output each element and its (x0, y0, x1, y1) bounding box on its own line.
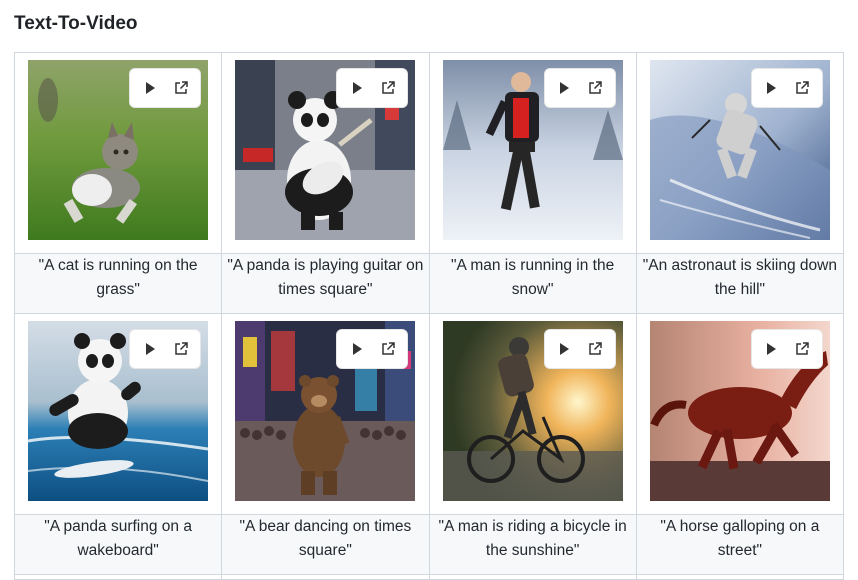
video-cell (221, 313, 430, 515)
video-grid: "A cat is running on the grass" "A panda… (13, 52, 845, 580)
video-caption: "An astronaut is skiing down the hill" (635, 253, 845, 314)
video-thumbnail-bear-dancing[interactable] (235, 321, 416, 501)
external-link-icon (796, 81, 810, 94)
empty-cell (428, 574, 637, 580)
video-thumbnail-man-bicycle[interactable] (442, 321, 623, 501)
video-controls (543, 329, 616, 369)
video-controls (750, 68, 823, 108)
play-icon (145, 82, 155, 94)
media-row-2 (13, 313, 845, 515)
video-thumbnail-panda-guitar[interactable] (235, 60, 416, 240)
play-icon (352, 343, 362, 355)
video-controls (750, 329, 823, 369)
next-row-partial (13, 574, 845, 580)
play-button[interactable] (139, 77, 161, 99)
open-external-button[interactable] (377, 338, 399, 360)
play-icon (767, 82, 777, 94)
video-thumbnail-man-snow[interactable] (442, 60, 623, 240)
play-button[interactable] (553, 338, 575, 360)
video-cell (428, 313, 637, 515)
video-cell (13, 313, 223, 515)
play-button[interactable] (346, 77, 368, 99)
video-controls (543, 68, 616, 108)
open-external-button[interactable] (791, 77, 813, 99)
play-icon (560, 343, 570, 355)
video-controls (336, 68, 409, 108)
play-icon (145, 343, 155, 355)
play-button[interactable] (346, 338, 368, 360)
video-controls (129, 68, 202, 108)
video-controls (336, 329, 409, 369)
open-external-button[interactable] (584, 77, 606, 99)
video-caption: "A panda surfing on a wakeboard" (13, 514, 223, 575)
open-external-button[interactable] (791, 338, 813, 360)
open-external-button[interactable] (377, 77, 399, 99)
play-icon (560, 82, 570, 94)
external-link-icon (382, 81, 395, 94)
external-link-icon (796, 342, 810, 355)
video-caption: "A bear dancing on times square" (221, 514, 430, 575)
empty-cell (635, 574, 845, 580)
video-thumbnail-astronaut-skiing[interactable] (649, 60, 830, 240)
video-thumbnail-panda-surfing[interactable] (28, 321, 209, 501)
play-button[interactable] (139, 338, 161, 360)
video-cell (13, 52, 223, 254)
play-icon (352, 82, 362, 94)
video-caption: "A panda is playing guitar on times squa… (221, 253, 430, 314)
caption-row-2: "A panda surfing on a wakeboard" "A bear… (13, 514, 845, 575)
play-button[interactable] (760, 77, 782, 99)
external-link-icon (174, 81, 188, 94)
open-external-button[interactable] (170, 77, 192, 99)
caption-row-1: "A cat is running on the grass" "A panda… (13, 253, 845, 314)
video-cell (635, 52, 845, 254)
video-controls (129, 329, 202, 369)
media-row-1 (13, 52, 845, 254)
video-thumbnail-horse-galloping[interactable] (649, 321, 830, 501)
empty-cell (13, 574, 223, 580)
video-caption: "A man is running in the snow" (428, 253, 637, 314)
external-link-icon (382, 342, 395, 355)
video-caption: "A man is riding a bicycle in the sunshi… (428, 514, 637, 575)
video-thumbnail-cat[interactable] (28, 60, 209, 240)
external-link-icon (174, 342, 188, 355)
video-caption: "A cat is running on the grass" (13, 253, 223, 314)
external-link-icon (589, 81, 602, 94)
play-icon (767, 343, 777, 355)
video-caption: "A horse galloping on a street" (635, 514, 845, 575)
open-external-button[interactable] (584, 338, 606, 360)
empty-cell (221, 574, 430, 580)
video-cell (221, 52, 430, 254)
open-external-button[interactable] (170, 338, 192, 360)
video-cell (635, 313, 845, 515)
external-link-icon (589, 342, 602, 355)
video-cell (428, 52, 637, 254)
play-button[interactable] (760, 338, 782, 360)
page-title: Text-To-Video (14, 13, 138, 34)
play-button[interactable] (553, 77, 575, 99)
